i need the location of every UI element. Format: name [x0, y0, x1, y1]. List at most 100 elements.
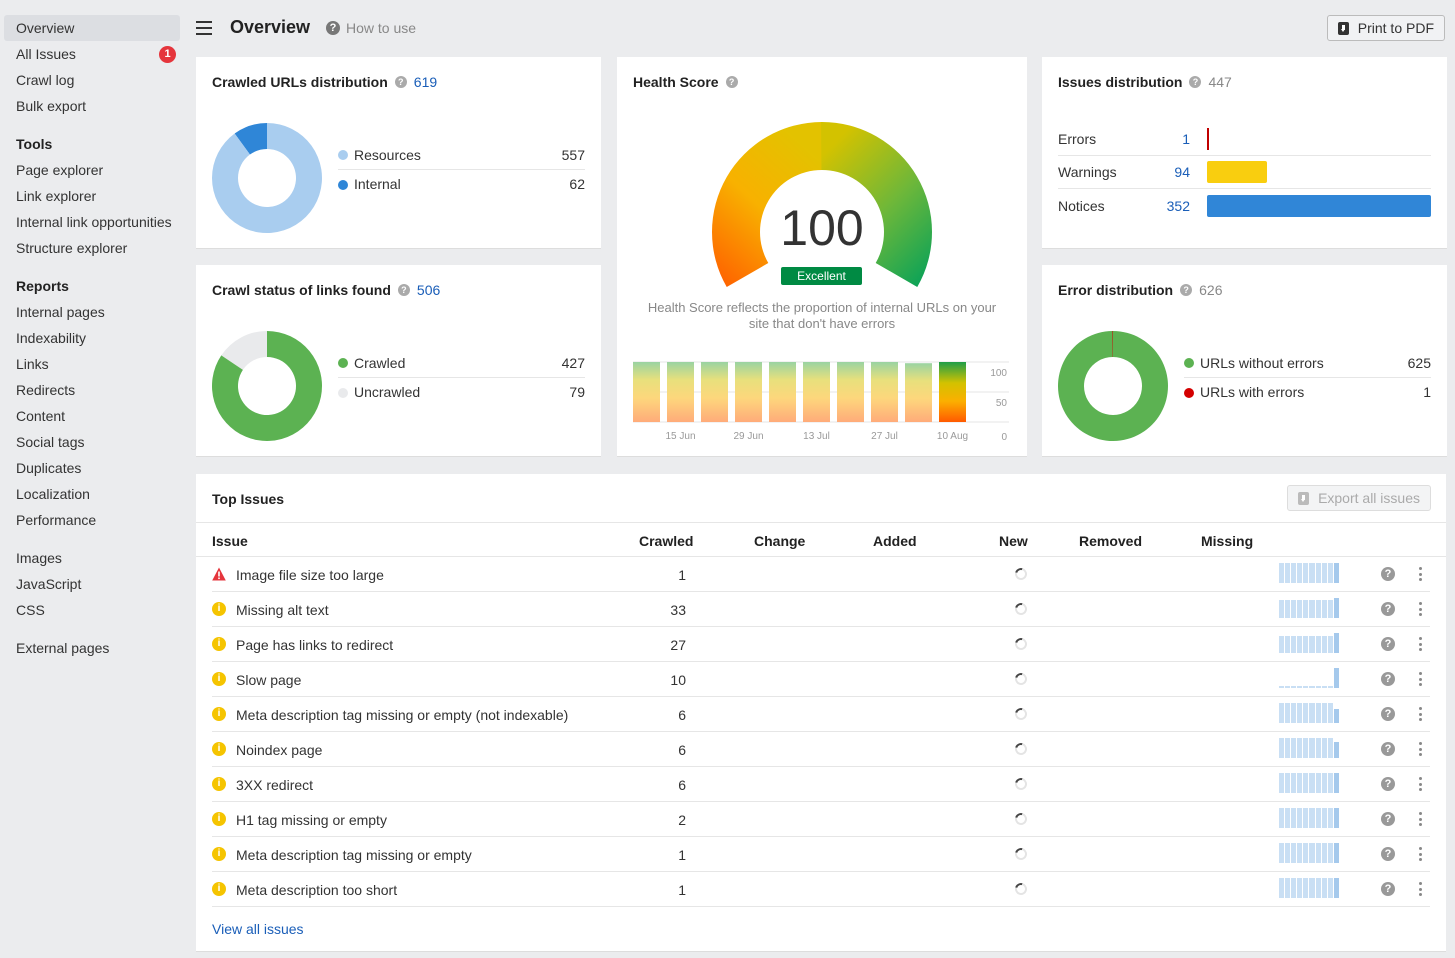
table-row[interactable]: i 3XX redirect 6? [212, 767, 1430, 802]
help-icon[interactable]: ? [1381, 707, 1395, 721]
sidebar-item-overview[interactable]: Overview [4, 15, 180, 41]
table-row[interactable]: i H1 tag missing or empty 2? [212, 802, 1430, 837]
legend-row[interactable]: Crawled 427 [338, 349, 585, 378]
error-distribution-segment[interactable] [1058, 331, 1168, 441]
col-new[interactable]: New [999, 533, 1028, 549]
sidebar-item-redirects[interactable]: Redirects [4, 377, 180, 403]
help-icon[interactable]: ? [1381, 672, 1395, 686]
issue-name[interactable]: Slow page [236, 672, 301, 688]
more-options-icon[interactable] [1416, 671, 1424, 687]
health-history-bar[interactable] [701, 362, 728, 422]
sidebar-item-page-explorer[interactable]: Page explorer [4, 157, 180, 183]
help-icon[interactable]: ? [1381, 777, 1395, 791]
how-to-use-link[interactable]: ? How to use [326, 20, 416, 36]
issue-name[interactable]: H1 tag missing or empty [236, 812, 387, 828]
col-change[interactable]: Change [754, 533, 805, 549]
issue-name[interactable]: 3XX redirect [236, 777, 313, 793]
more-options-icon[interactable] [1416, 706, 1424, 722]
sidebar-item-javascript[interactable]: JavaScript [4, 571, 180, 597]
more-options-icon[interactable] [1416, 636, 1424, 652]
sidebar-item-performance[interactable]: Performance [4, 507, 180, 533]
sidebar-item-localization[interactable]: Localization [4, 481, 180, 507]
health-history-bar[interactable] [837, 362, 864, 422]
help-icon[interactable]: ? [1381, 637, 1395, 651]
help-icon[interactable]: ? [1381, 742, 1395, 756]
distribution-value[interactable]: 1 [1148, 131, 1190, 147]
issue-name[interactable]: Noindex page [236, 742, 322, 758]
sidebar-item-social-tags[interactable]: Social tags [4, 429, 180, 455]
crawled-count[interactable]: 33 [670, 602, 686, 618]
sidebar-item-content[interactable]: Content [4, 403, 180, 429]
crawled-count[interactable]: 6 [678, 742, 686, 758]
col-added[interactable]: Added [873, 533, 917, 549]
legend-row[interactable]: URLs without errors 625 [1184, 349, 1431, 378]
legend-row[interactable]: Resources 557 [338, 141, 585, 170]
view-all-issues-link[interactable]: View all issues [212, 921, 304, 937]
col-crawled[interactable]: Crawled [639, 533, 693, 549]
sidebar-item-all-issues[interactable]: All Issues 1 [4, 41, 180, 67]
crawl-status-total[interactable]: 506 [417, 282, 440, 298]
table-row[interactable]: Image file size too large 1? [212, 557, 1430, 592]
crawled-count[interactable]: 27 [670, 637, 686, 653]
help-icon[interactable]: ? [397, 284, 410, 296]
crawled-count[interactable]: 6 [678, 707, 686, 723]
help-icon[interactable]: ? [1180, 284, 1193, 296]
print-to-pdf-button[interactable]: Print to PDF [1326, 15, 1445, 41]
health-history-bar[interactable] [769, 362, 796, 422]
table-row[interactable]: i Page has links to redirect 27? [212, 627, 1430, 662]
more-options-icon[interactable] [1416, 741, 1424, 757]
sidebar-item-duplicates[interactable]: Duplicates [4, 455, 180, 481]
more-options-icon[interactable] [1416, 776, 1424, 792]
sidebar-item-bulk-export[interactable]: Bulk export [4, 93, 180, 119]
issue-name[interactable]: Image file size too large [236, 567, 384, 583]
help-icon[interactable]: ? [1381, 812, 1395, 826]
health-history-bar[interactable] [735, 362, 762, 422]
sidebar-item-link-explorer[interactable]: Link explorer [4, 183, 180, 209]
more-options-icon[interactable] [1416, 881, 1424, 897]
legend-row[interactable]: URLs with errors 1 [1184, 378, 1431, 407]
table-row[interactable]: i Meta description too short 1? [212, 872, 1430, 907]
sidebar-item-crawl-log[interactable]: Crawl log [4, 67, 180, 93]
sidebar-item-internal-link-opportunities[interactable]: Internal link opportunities [4, 209, 180, 235]
crawled-count[interactable]: 2 [678, 812, 686, 828]
health-history-bar[interactable] [939, 362, 966, 422]
health-history-bar[interactable] [905, 363, 932, 422]
crawled-urls-total[interactable]: 619 [414, 74, 437, 90]
issue-name[interactable]: Page has links to redirect [236, 637, 393, 653]
issues-distribution-row[interactable]: Errors 1 [1058, 123, 1431, 156]
export-all-issues-button[interactable]: Export all issues [1287, 485, 1431, 511]
col-missing[interactable]: Missing [1201, 533, 1253, 549]
col-issue[interactable]: Issue [212, 533, 248, 549]
issue-name[interactable]: Meta description tag missing or empty [236, 847, 472, 863]
health-history-bar[interactable] [803, 362, 830, 422]
crawled-count[interactable]: 6 [678, 777, 686, 793]
sidebar-item-structure-explorer[interactable]: Structure explorer [4, 235, 180, 261]
table-row[interactable]: i Noindex page 6? [212, 732, 1430, 767]
more-options-icon[interactable] [1416, 601, 1424, 617]
issue-name[interactable]: Meta description too short [236, 882, 397, 898]
table-row[interactable]: i Meta description tag missing or empty (… [212, 697, 1430, 732]
more-options-icon[interactable] [1416, 566, 1424, 582]
table-row[interactable]: i Meta description tag missing or empty 1? [212, 837, 1430, 872]
health-history-bar[interactable] [871, 362, 898, 422]
more-options-icon[interactable] [1416, 846, 1424, 862]
help-icon[interactable]: ? [1381, 882, 1395, 896]
table-row[interactable]: i Slow page 10? [212, 662, 1430, 697]
help-icon[interactable]: ? [1381, 602, 1395, 616]
table-row[interactable]: i Missing alt text 33? [212, 592, 1430, 627]
legend-row[interactable]: Internal 62 [338, 170, 585, 199]
col-removed[interactable]: Removed [1079, 533, 1142, 549]
sidebar-item-external-pages[interactable]: External pages [4, 635, 180, 661]
crawled-count[interactable]: 1 [678, 567, 686, 583]
health-history-bar[interactable] [667, 362, 694, 422]
crawled-count[interactable]: 1 [678, 882, 686, 898]
sidebar-item-internal-pages[interactable]: Internal pages [4, 299, 180, 325]
sidebar-item-indexability[interactable]: Indexability [4, 325, 180, 351]
crawled-urls-segment[interactable] [212, 123, 322, 233]
sidebar-item-css[interactable]: CSS [4, 597, 180, 623]
legend-row[interactable]: Uncrawled 79 [338, 378, 585, 407]
issues-distribution-row[interactable]: Warnings 94 [1058, 156, 1431, 189]
help-icon[interactable]: ? [1381, 567, 1395, 581]
help-icon[interactable]: ? [394, 76, 407, 88]
issue-name[interactable]: Missing alt text [236, 602, 329, 618]
